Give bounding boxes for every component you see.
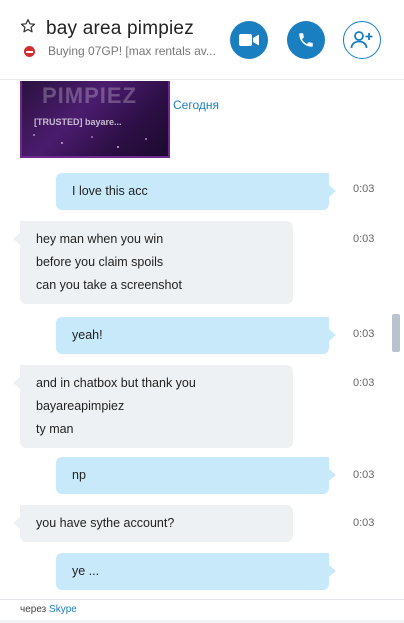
message-time: 0:03 [353, 183, 375, 195]
message-time: 0:03 [353, 517, 375, 529]
conversation-area[interactable]: PIMPIEZ [TRUSTED] bayare... Сегодня I lo… [0, 81, 404, 599]
favorite-star-icon[interactable] [20, 18, 36, 34]
message-text: can you take a screenshot [36, 278, 182, 292]
incoming-message-bubble[interactable]: you have sythe account? [13, 505, 293, 542]
add-person-icon [350, 31, 373, 49]
outgoing-message-bubble[interactable]: ye ... [56, 553, 336, 590]
mood-message: Buying 07GP! [max rentals av... [48, 44, 216, 58]
message-text: and in chatbox but thank you [36, 376, 196, 390]
voice-call-button[interactable] [287, 21, 325, 59]
message-text: before you claim spoils [36, 255, 164, 269]
video-call-button[interactable] [230, 21, 268, 59]
message-text: yeah! [72, 328, 103, 342]
skype-link[interactable]: Skype [49, 604, 77, 615]
video-camera-icon [239, 34, 259, 46]
incoming-message-bubble[interactable]: hey man when you win before you claim sp… [13, 221, 293, 304]
scrollbar-thumb[interactable] [392, 314, 400, 352]
message-time: 0:03 [353, 377, 375, 389]
incoming-message-bubble[interactable]: and in chatbox but thank you bayareapimp… [13, 365, 293, 448]
image-background [22, 129, 168, 156]
image-ghost-text: PIMPIEZ [42, 83, 138, 108]
via-label: через Skype [20, 604, 77, 615]
outgoing-message-bubble[interactable]: np [56, 457, 336, 494]
outgoing-message-bubble[interactable]: yeah! [56, 317, 336, 354]
message-time: 0:03 [353, 328, 375, 340]
image-caption: [TRUSTED] bayare... [34, 117, 122, 127]
message-row: yeah! [56, 317, 336, 354]
message-text: ye ... [72, 564, 100, 578]
outgoing-message-bubble[interactable]: I love this acc [56, 173, 336, 210]
contact-name[interactable]: bay area pimpiez [46, 18, 194, 40]
phone-icon [299, 33, 313, 47]
message-row: np [56, 457, 336, 494]
via-prefix: через [20, 604, 47, 615]
message-row: hey man when you win before you claim sp… [13, 221, 293, 304]
busy-status-icon [24, 46, 35, 57]
shared-image-thumbnail[interactable]: PIMPIEZ [TRUSTED] bayare... [20, 81, 170, 158]
message-time: 0:03 [353, 233, 375, 245]
message-text: you have sythe account? [36, 516, 175, 530]
add-contact-button[interactable] [343, 21, 381, 59]
message-text: bayareapimpiez [36, 399, 125, 413]
message-text: hey man when you win [36, 232, 164, 246]
message-row: you have sythe account? [13, 505, 293, 542]
message-text: I love this acc [72, 184, 148, 198]
message-text: np [72, 468, 86, 482]
day-separator: Сегодня [173, 98, 219, 112]
message-time: 0:03 [353, 469, 375, 481]
message-row: ye ... [56, 553, 336, 590]
message-row: I love this acc [56, 173, 336, 210]
message-text: ty man [36, 422, 74, 436]
chat-header: bay area pimpiez Buying 07GP! [max renta… [0, 0, 404, 80]
message-row: and in chatbox but thank you bayareapimp… [13, 365, 293, 448]
